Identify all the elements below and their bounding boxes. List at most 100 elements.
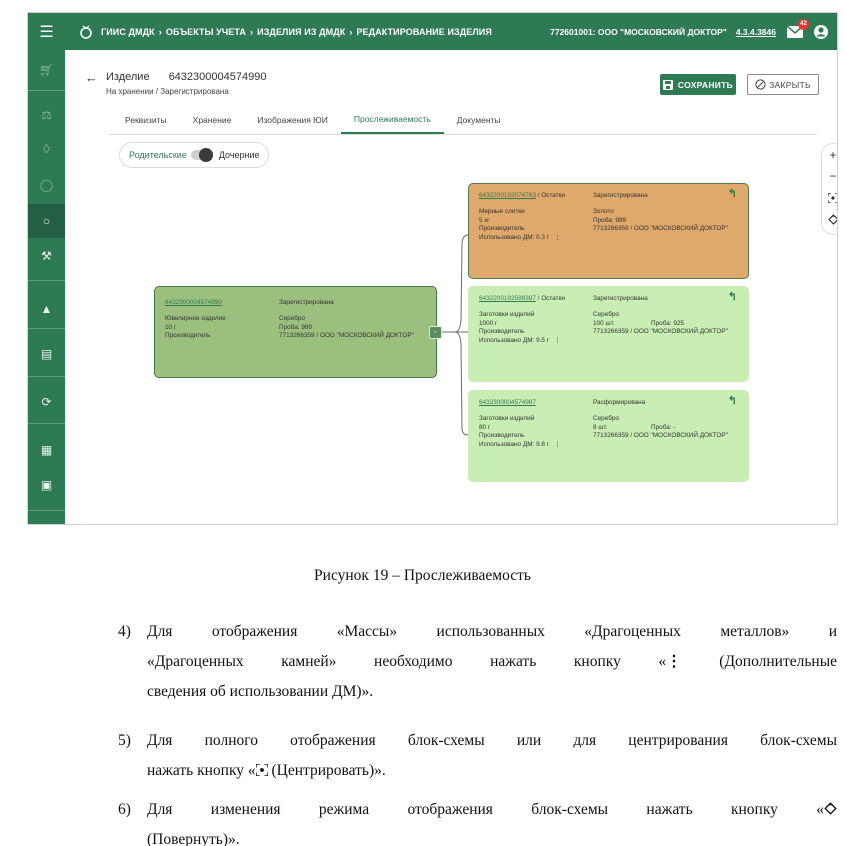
sync-icon[interactable]: ⟳ bbox=[28, 385, 65, 419]
zoom-in-icon[interactable]: + bbox=[822, 148, 837, 162]
node-metal: Серебро bbox=[593, 311, 619, 319]
badge-icon[interactable]: ▦ bbox=[28, 433, 65, 467]
rotate-icon bbox=[824, 802, 837, 815]
rotate-icon[interactable] bbox=[822, 212, 837, 226]
list-number: 5) bbox=[118, 732, 131, 749]
node-id-link[interactable]: 6432200192074763 bbox=[479, 192, 536, 199]
collapse-button[interactable]: - bbox=[429, 326, 442, 339]
breadcrumb-items[interactable]: ИЗДЕЛИЯ ИЗ ДМДК bbox=[257, 27, 345, 37]
node-qty: 8 шт. bbox=[593, 423, 608, 431]
diamond-icon[interactable]: ♢ bbox=[28, 132, 65, 166]
clipboard-icon[interactable]: ▤ bbox=[28, 337, 65, 371]
tab-images[interactable]: Изображения ЮИ bbox=[244, 106, 340, 134]
zoom-out-icon[interactable]: − bbox=[822, 169, 837, 183]
node-role: Производитель bbox=[479, 432, 525, 440]
breadcrumb: ГИИС ДМДК › ОБЪЕКТЫ УЧЕТА › ИЗДЕЛИЯ ИЗ Д… bbox=[101, 27, 492, 37]
list-item-4: 4) Для отображения «Массы» использованны… bbox=[118, 617, 837, 707]
item-label: Изделие bbox=[106, 71, 150, 83]
ring-icon[interactable]: ○ bbox=[28, 204, 65, 238]
node-mass: 1000 г bbox=[479, 319, 498, 327]
list-item-6: 6) Для изменения режима отображения блок… bbox=[118, 795, 837, 846]
cart-icon[interactable]: 🛒︎ bbox=[28, 53, 65, 87]
organization-name[interactable]: 772601001: ООО "МОСКОВСКИЙ ДОКТОР" bbox=[550, 27, 727, 37]
mail-icon[interactable]: 42 bbox=[787, 18, 809, 38]
breadcrumb-objects[interactable]: ОБЪЕКТЫ УЧЕТА bbox=[166, 27, 246, 37]
node-qty: 100 шт. bbox=[593, 319, 615, 327]
list-line-text: (Центрировать)». bbox=[267, 762, 386, 779]
tab-traceability[interactable]: Прослеживаемость bbox=[340, 106, 444, 134]
node-org: 7713266359 / ООО "МОСКОВСКИЙ ДОКТОР" bbox=[593, 328, 728, 336]
list-item-5: 5) Для полного отображения блок-схемы ил… bbox=[118, 726, 837, 786]
menu-icon[interactable]: ☰ bbox=[28, 13, 65, 50]
tabs: Реквизиты Хранение Изображения ЮИ Просле… bbox=[112, 106, 514, 134]
tab-requisites[interactable]: Реквизиты bbox=[112, 106, 180, 134]
return-arrow-icon[interactable]: ↰ bbox=[728, 291, 737, 303]
node-id-link[interactable]: 6432300004574987 bbox=[479, 399, 536, 406]
more-info-icon[interactable]: ⋮ bbox=[554, 337, 560, 345]
circle-icon[interactable]: ◯ bbox=[28, 168, 65, 202]
tab-documents[interactable]: Документы bbox=[444, 106, 514, 134]
sidebar-divider bbox=[28, 280, 65, 281]
card-icon[interactable]: ▣ bbox=[28, 468, 65, 502]
node-probe: Проба: 925 bbox=[651, 319, 684, 327]
more-vert-icon[interactable]: ⋮ bbox=[836, 77, 837, 91]
node-id-link[interactable]: 6432300004574990 bbox=[165, 299, 279, 307]
node-kind: / Остатки bbox=[535, 295, 565, 302]
tools-icon[interactable]: ⚒︎ bbox=[28, 239, 65, 273]
list-line: нажать кнопку « (Центрировать)». bbox=[147, 756, 837, 786]
node-id-link[interactable]: 6432200192599397 bbox=[479, 295, 536, 302]
app-screenshot: ☰ ГИИС ДМДК › ОБЪЕКТЫ УЧЕТА › ИЗДЕЛИЯ ИЗ… bbox=[27, 12, 838, 525]
list-line: Для отображения «Массы» использованных «… bbox=[147, 623, 837, 640]
scales-icon[interactable]: ⚖︎ bbox=[28, 98, 65, 132]
node-type: Заготовки изделий bbox=[479, 311, 535, 319]
list-line-text: (Дополнительные bbox=[681, 653, 837, 670]
document-icon[interactable]: ▩ bbox=[28, 512, 65, 524]
chevron-right-icon: › bbox=[158, 26, 162, 37]
node-metal: Золото bbox=[593, 208, 614, 216]
top-bar: ☰ ГИИС ДМДК › ОБЪЕКТЫ УЧЕТА › ИЗДЕЛИЯ ИЗ… bbox=[28, 13, 837, 50]
diagram-node-child[interactable]: ↰ 6432300004574987 Расформирована Заготов… bbox=[468, 390, 749, 482]
close-button[interactable]: ЗАКРЫТЬ bbox=[747, 74, 819, 95]
list-line: «Драгоценных камней» необходимо нажать к… bbox=[147, 647, 837, 677]
center-icon[interactable] bbox=[822, 190, 837, 204]
sidebar: 🛒︎ ⚖︎ ♢ ◯ ○ ⚒︎ ▲ ▤ ⟳ ▦ ▣ ▩ bbox=[28, 50, 65, 524]
node-role: Производитель bbox=[165, 332, 211, 340]
node-metal: Серебро bbox=[279, 315, 305, 323]
save-button[interactable]: СОХРАНИТЬ bbox=[660, 74, 736, 95]
diagram-node-parent[interactable]: ↰ 6432200192074763 / Остатки Зарегистриро… bbox=[468, 183, 749, 279]
cancel-icon bbox=[755, 79, 766, 90]
center-icon bbox=[254, 763, 269, 777]
node-org: 7713266359 / ООО "МОСКОВСКИЙ ДОКТОР" bbox=[279, 332, 414, 340]
return-arrow-icon[interactable]: ↰ bbox=[728, 395, 737, 407]
node-role: Производитель bbox=[479, 328, 525, 336]
return-arrow-icon[interactable]: ↰ bbox=[728, 188, 737, 200]
more-info-icon[interactable]: ⋮ bbox=[554, 234, 560, 242]
sidebar-divider bbox=[28, 510, 65, 511]
version-link[interactable]: 4.3.4.3846 bbox=[736, 27, 776, 37]
diagram-node-root[interactable]: 6432300004574990 Зарегистрирована Ювелирн… bbox=[154, 286, 437, 378]
user-icon[interactable] bbox=[813, 24, 829, 40]
more-info-icon[interactable]: ⋮ bbox=[554, 441, 560, 449]
more-vert-icon: ⋮ bbox=[666, 653, 682, 670]
close-label: ЗАКРЫТЬ bbox=[769, 79, 811, 90]
sidebar-divider bbox=[28, 376, 65, 377]
breadcrumb-current: РЕДАКТИРОВАНИЕ ИЗДЕЛИЯ bbox=[356, 26, 492, 37]
node-used: Использовано ДМ: 0.3 г bbox=[479, 233, 550, 241]
breadcrumb-home[interactable]: ГИИС ДМДК bbox=[101, 27, 155, 37]
node-mass: 80 г bbox=[479, 423, 491, 431]
node-kind: / Остатки bbox=[535, 192, 565, 199]
back-arrow-icon[interactable]: ← bbox=[85, 70, 98, 85]
item-status: На хранении / Зарегистрирована bbox=[106, 87, 229, 96]
node-type: Заготовки изделий bbox=[479, 415, 535, 423]
list-line-text: «Драгоценных камней» необходимо нажать к… bbox=[147, 653, 667, 670]
toggle-children-label[interactable]: Дочерние bbox=[219, 150, 260, 160]
diagram-node-child[interactable]: ↰ 6432200192599397 / Остатки Зарегистриро… bbox=[468, 286, 749, 382]
node-org: 7713266359 / ООО "МОСКОВСКИЙ ДОКТОР" bbox=[593, 432, 728, 440]
tab-storage[interactable]: Хранение bbox=[180, 106, 245, 134]
flask-icon[interactable]: ▲ bbox=[28, 292, 65, 326]
list-line: сведения об использовании ДМ)». bbox=[147, 683, 374, 700]
chevron-right-icon: › bbox=[250, 26, 254, 37]
toggle-switch[interactable] bbox=[190, 148, 213, 162]
toggle-parents-label[interactable]: Родительские bbox=[129, 150, 187, 160]
tabs-divider bbox=[110, 134, 817, 135]
